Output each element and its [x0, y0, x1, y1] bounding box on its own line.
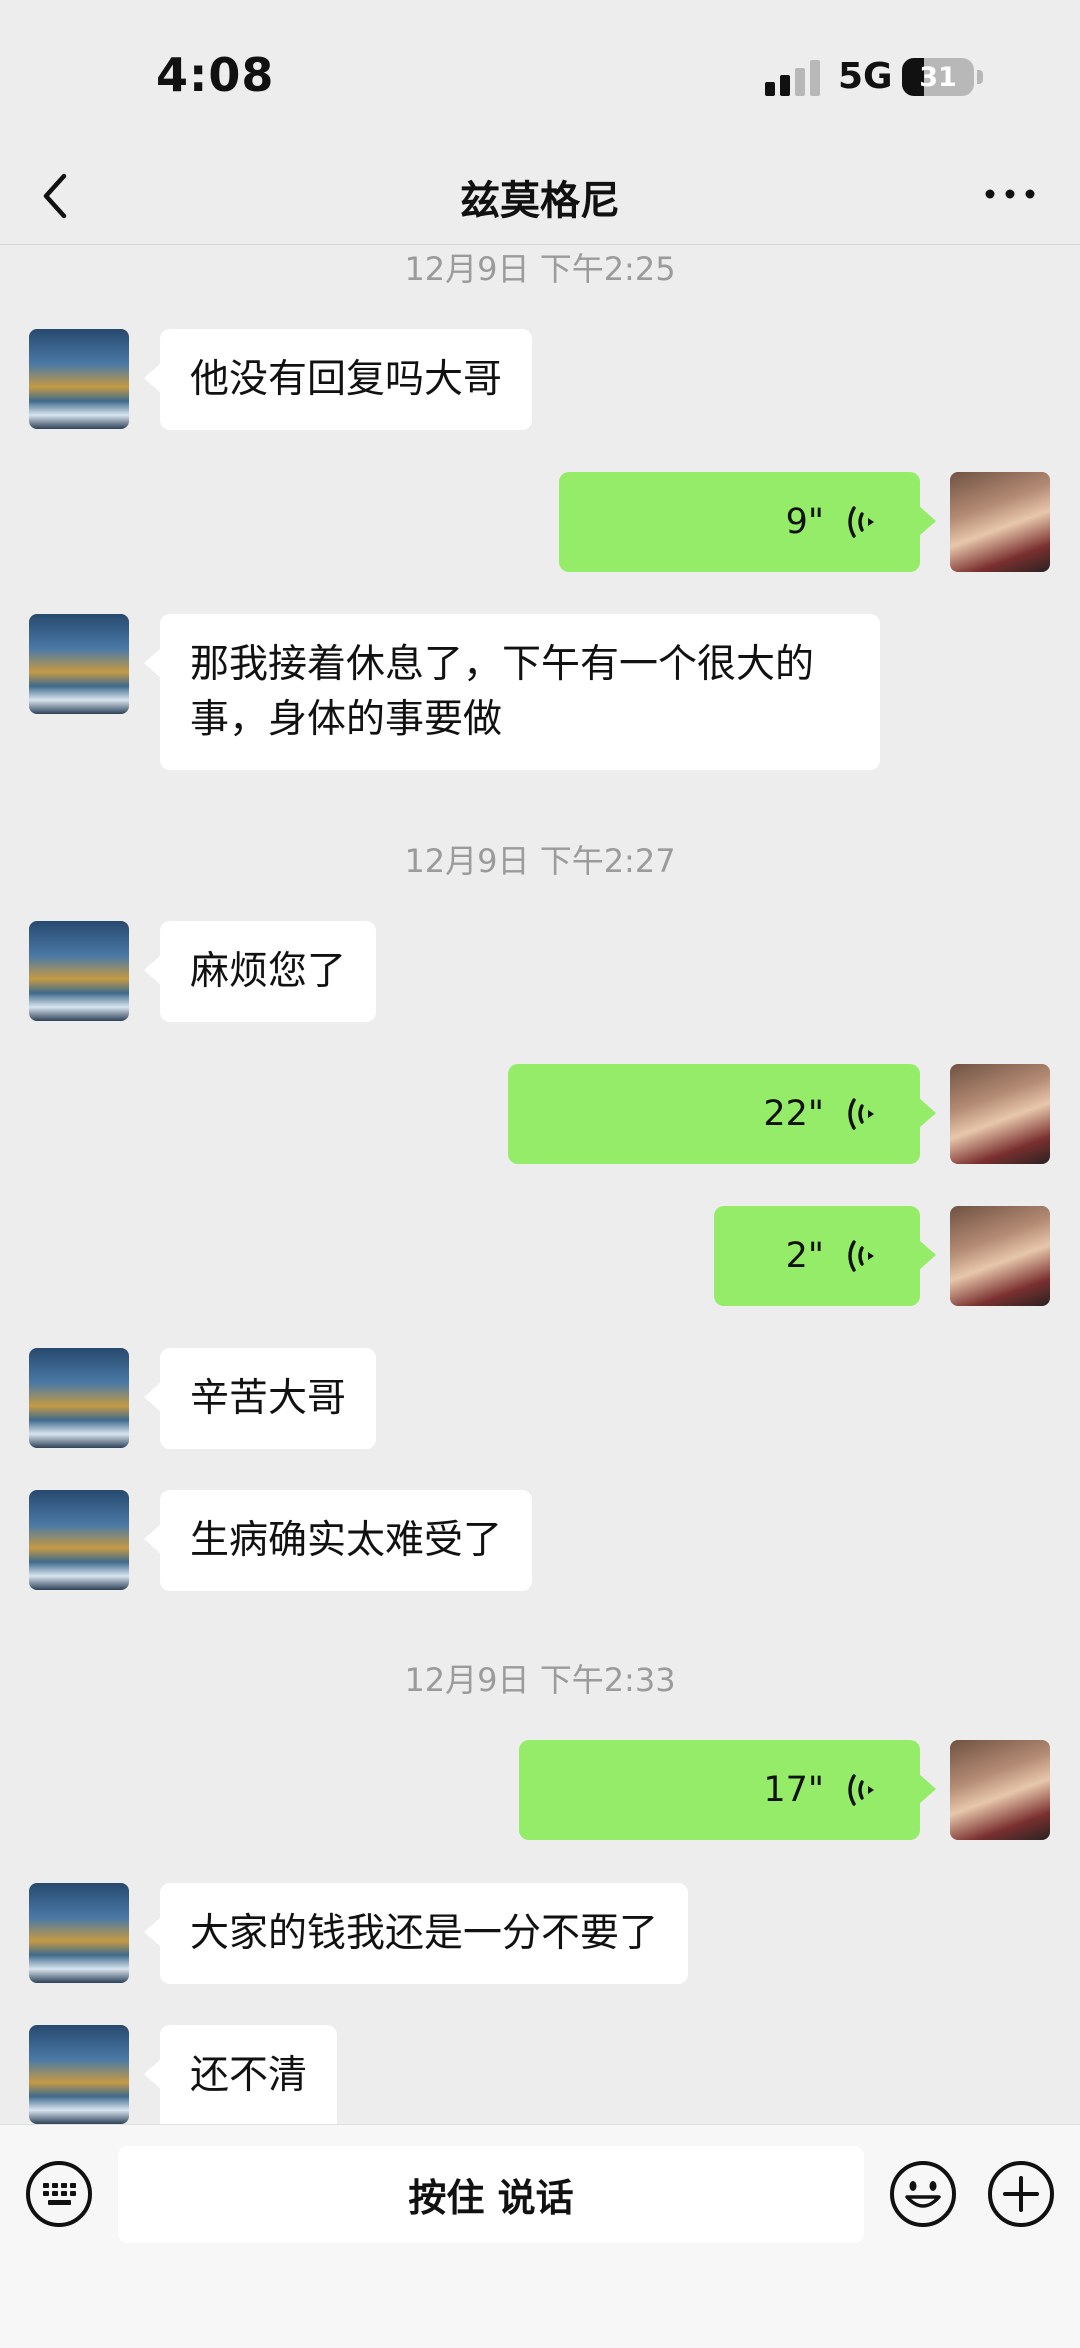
battery-level: 31 — [919, 61, 957, 93]
timestamp: 12月9日 下午2:27 — [404, 842, 676, 880]
voice-wave-icon — [848, 1240, 874, 1272]
received-message[interactable]: 生病确实太难受了 — [143, 1490, 533, 1591]
voice-message[interactable]: 9" — [559, 472, 936, 572]
status-time: 4:08 — [156, 48, 275, 102]
chat-title: 兹莫格尼 — [460, 178, 620, 224]
contact-avatar[interactable] — [29, 2025, 129, 2124]
voice-duration: 17" — [763, 1769, 824, 1810]
timestamp: 12月9日 下午2:33 — [404, 1661, 676, 1699]
contact-avatar[interactable] — [29, 1348, 129, 1448]
voice-message[interactable]: 2" — [714, 1206, 936, 1306]
battery-cap — [977, 70, 983, 84]
signal-icon — [765, 60, 820, 96]
voice-wave-icon — [848, 1098, 874, 1130]
received-message[interactable]: 大家的钱我还是一分不要了 — [143, 1883, 689, 1984]
keyboard-icon[interactable] — [24, 2159, 94, 2229]
received-message[interactable]: 还不清 — [143, 2025, 338, 2124]
voice-duration: 9" — [785, 501, 824, 542]
more-options-icon[interactable] — [980, 174, 1040, 214]
chat-header: 兹莫格尼 — [0, 150, 1080, 245]
contact-avatar[interactable] — [29, 921, 129, 1021]
voice-message[interactable]: 17" — [519, 1740, 936, 1840]
plus-icon[interactable] — [986, 2159, 1056, 2229]
input-bar: 按住 说话 — [0, 2124, 1080, 2348]
received-message[interactable]: 那我接着休息了，下午有一个很大的事，身体的事要做 — [144, 614, 880, 770]
timestamp: 12月9日 下午2:25 — [404, 250, 676, 288]
voice-duration: 2" — [785, 1235, 824, 1276]
contact-avatar[interactable] — [29, 614, 129, 714]
contact-avatar[interactable] — [29, 1883, 129, 1983]
voice-duration: 22" — [763, 1093, 824, 1134]
received-message[interactable]: 辛苦大哥 — [143, 1348, 377, 1449]
hold-to-talk-button[interactable]: 按住 说话 — [118, 2146, 864, 2243]
received-message[interactable]: 他没有回复吗大哥 — [143, 329, 533, 430]
status-bar: 4:08 5G 31 — [0, 0, 1080, 150]
contact-avatar[interactable] — [29, 329, 129, 429]
my-avatar[interactable] — [950, 1206, 1050, 1306]
voice-message[interactable]: 22" — [508, 1064, 936, 1164]
received-message[interactable]: 麻烦您了 — [143, 921, 377, 1022]
my-avatar[interactable] — [950, 472, 1050, 572]
my-avatar[interactable] — [950, 1064, 1050, 1164]
battery-icon: 31 — [902, 58, 974, 96]
contact-avatar[interactable] — [29, 1490, 129, 1590]
network-type: 5G — [838, 56, 893, 97]
my-avatar[interactable] — [950, 1740, 1050, 1840]
voice-wave-icon — [848, 506, 874, 538]
emoji-icon[interactable] — [888, 2159, 958, 2229]
voice-wave-icon — [848, 1774, 874, 1806]
